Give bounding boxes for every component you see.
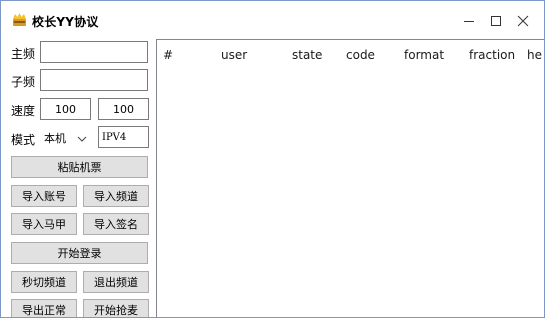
maximize-button[interactable] — [483, 9, 509, 33]
app-crown-icon — [12, 12, 27, 27]
close-button[interactable] — [510, 9, 536, 33]
export-normal-button[interactable]: 导出正常 — [11, 299, 77, 317]
column-header-code[interactable]: code — [346, 48, 375, 62]
exit-channel-button[interactable]: 退出频道 — [83, 271, 149, 293]
maximize-icon — [490, 15, 502, 27]
main-freq-input[interactable] — [40, 41, 148, 63]
import-channel-button[interactable]: 导入频道 — [83, 185, 149, 207]
chevron-down-icon — [77, 133, 87, 146]
minimize-button[interactable] — [456, 9, 482, 33]
title-bar[interactable]: 校长YY协议 — [1, 1, 544, 39]
start-login-button[interactable]: 开始登录 — [11, 242, 148, 264]
column-header-fraction[interactable]: fraction — [469, 48, 515, 62]
minimize-icon — [463, 15, 475, 27]
column-header-he[interactable]: he — [527, 48, 542, 62]
paste-ticket-button[interactable]: 粘贴机票 — [11, 156, 148, 178]
column-header-user[interactable]: user — [221, 48, 247, 62]
main-window: 校长YY协议 主频 子频 速度 100 100 模式 本机 IPV4 粘贴机票 — [0, 0, 545, 318]
quick-switch-channel-button[interactable]: 秒切频道 — [11, 271, 77, 293]
column-header-format[interactable]: format — [404, 48, 444, 62]
main-freq-label: 主频 — [11, 47, 36, 61]
column-header-state[interactable]: state — [292, 48, 322, 62]
import-vest-button[interactable]: 导入马甲 — [11, 213, 77, 235]
sub-freq-input[interactable] — [40, 69, 148, 91]
speed-input-1[interactable]: 100 — [40, 98, 91, 120]
speed-label: 速度 — [11, 104, 36, 118]
sub-freq-label: 子频 — [11, 75, 36, 89]
ip-version-input[interactable]: IPV4 — [98, 126, 149, 148]
mode-select[interactable]: 本机 — [40, 126, 92, 148]
start-grab-mic-button[interactable]: 开始抢麦 — [83, 299, 149, 317]
window-title: 校长YY协议 — [32, 15, 99, 29]
close-icon — [517, 15, 529, 27]
account-list-view[interactable]: # user state code format fraction he — [156, 39, 544, 317]
mode-selected-value: 本机 — [44, 132, 66, 145]
column-header-index[interactable]: # — [163, 48, 173, 62]
mode-label: 模式 — [11, 133, 36, 147]
import-signature-button[interactable]: 导入签名 — [83, 213, 149, 235]
import-account-button[interactable]: 导入账号 — [11, 185, 77, 207]
speed-input-2[interactable]: 100 — [98, 98, 149, 120]
